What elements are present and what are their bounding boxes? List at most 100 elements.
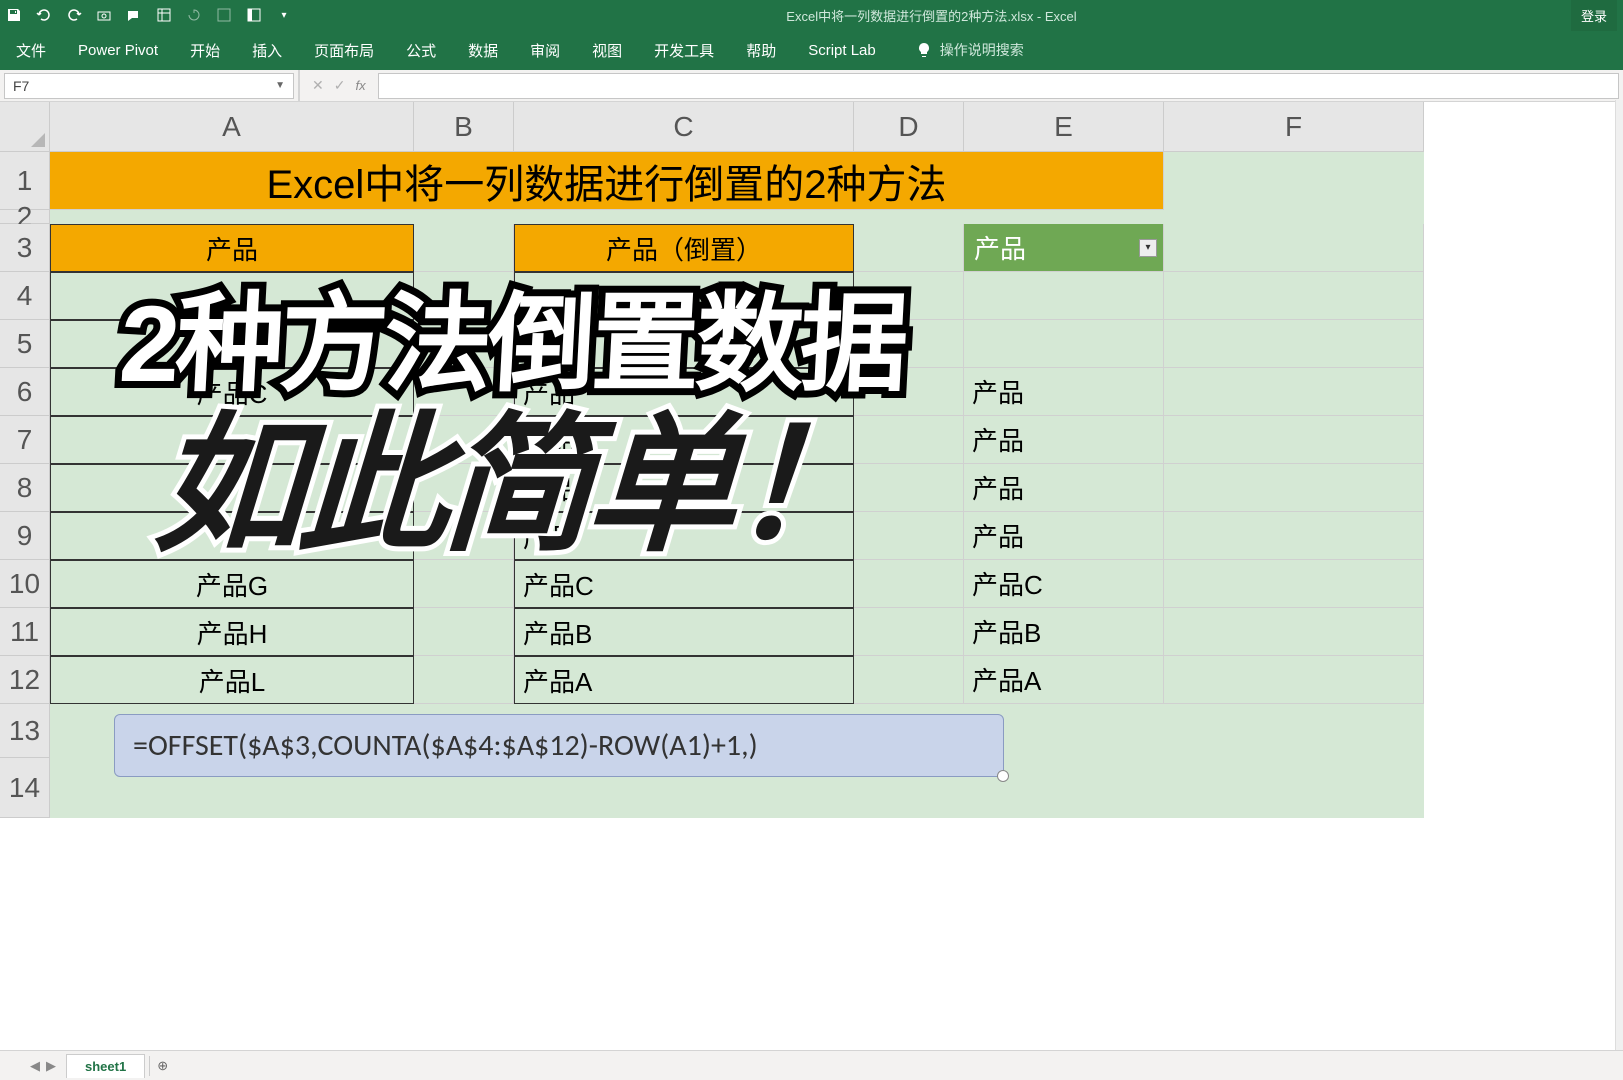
name-box[interactable]: F7 ▼ xyxy=(4,73,294,99)
cell[interactable] xyxy=(1164,416,1424,464)
cell[interactable] xyxy=(854,224,964,272)
cancel-icon[interactable]: ✕ xyxy=(312,77,324,94)
row-header-2[interactable]: 2 xyxy=(0,210,50,224)
tab-power-pivot[interactable]: Power Pivot xyxy=(76,38,160,63)
cell[interactable] xyxy=(1164,512,1424,560)
cell[interactable]: 产品 xyxy=(964,512,1164,560)
save-icon[interactable] xyxy=(6,7,22,23)
add-sheet-button[interactable]: ⊕ xyxy=(149,1056,175,1076)
enter-icon[interactable]: ✓ xyxy=(334,77,346,94)
cell[interactable] xyxy=(1164,560,1424,608)
undo-icon[interactable] xyxy=(36,7,52,23)
tab-file[interactable]: 文件 xyxy=(14,36,48,65)
row-header-11[interactable]: 11 xyxy=(0,608,50,656)
header-a[interactable]: 产品 xyxy=(50,224,414,272)
row-header-14[interactable]: 14 xyxy=(0,758,50,818)
cell[interactable] xyxy=(1164,368,1424,416)
column-headers: ABCDEF xyxy=(50,102,1424,152)
sheet-tab-active[interactable]: sheet1 xyxy=(66,1054,145,1078)
formula-bar-buttons: ✕ ✓ fx xyxy=(299,70,378,101)
row-header-8[interactable]: 8 xyxy=(0,464,50,512)
login-button[interactable]: 登录 xyxy=(1571,0,1617,31)
speak-icon[interactable] xyxy=(126,7,142,23)
next-sheet-icon[interactable]: ▶ xyxy=(46,1058,56,1074)
cell[interactable] xyxy=(414,224,514,272)
cell[interactable] xyxy=(1164,224,1424,272)
row-header-13[interactable]: 13 xyxy=(0,704,50,758)
cell[interactable] xyxy=(1164,320,1424,368)
cell[interactable] xyxy=(1164,608,1424,656)
cell[interactable] xyxy=(1164,272,1424,320)
fx-icon[interactable]: fx xyxy=(355,78,365,93)
more-icon[interactable]: ▾ xyxy=(276,7,292,23)
tab-data[interactable]: 数据 xyxy=(466,36,500,65)
header-c[interactable]: 产品（倒置） xyxy=(514,224,854,272)
bulb-icon xyxy=(916,42,932,58)
ribbon-tabs: 文件 Power Pivot 开始 插入 页面布局 公式 数据 审阅 视图 开发… xyxy=(0,30,1623,70)
cell[interactable]: 产品L xyxy=(50,656,414,704)
sheet-icon[interactable] xyxy=(156,7,172,23)
resize-handle-icon[interactable] xyxy=(997,770,1009,782)
cell[interactable] xyxy=(964,320,1164,368)
cell[interactable]: 产品B xyxy=(964,608,1164,656)
pivot-icon[interactable] xyxy=(246,7,262,23)
row-header-12[interactable]: 12 xyxy=(0,656,50,704)
cell[interactable]: 产品A xyxy=(514,656,854,704)
prev-sheet-icon[interactable]: ◀ xyxy=(30,1058,40,1074)
tab-home[interactable]: 开始 xyxy=(188,36,222,65)
col-header-F[interactable]: F xyxy=(1164,102,1424,152)
name-box-value: F7 xyxy=(13,78,29,94)
row-header-10[interactable]: 10 xyxy=(0,560,50,608)
cell[interactable] xyxy=(1164,464,1424,512)
cell[interactable]: 产品H xyxy=(50,608,414,656)
cell[interactable]: 产品 xyxy=(964,368,1164,416)
formula-callout[interactable]: =OFFSET($A$3,COUNTA($A$4:$A$12)-ROW(A1)+… xyxy=(114,714,1004,777)
row-header-3[interactable]: 3 xyxy=(0,224,50,272)
cell[interactable]: 产品A xyxy=(964,656,1164,704)
tab-review[interactable]: 审阅 xyxy=(528,36,562,65)
select-all-corner[interactable] xyxy=(0,102,50,152)
row-header-5[interactable]: 5 xyxy=(0,320,50,368)
tab-help[interactable]: 帮助 xyxy=(744,36,778,65)
sheet-nav[interactable]: ◀▶ xyxy=(20,1058,66,1074)
tell-me-search[interactable]: 操作说明搜索 xyxy=(916,40,1024,60)
formula-input[interactable] xyxy=(378,73,1619,99)
cell[interactable] xyxy=(414,608,514,656)
tell-me-label: 操作说明搜索 xyxy=(940,40,1024,60)
cell[interactable]: 产品C xyxy=(964,560,1164,608)
col-header-A[interactable]: A xyxy=(50,102,414,152)
sheet-tab-bar: ◀▶ sheet1 ⊕ xyxy=(0,1050,1623,1080)
tab-page-layout[interactable]: 页面布局 xyxy=(312,36,376,65)
col-header-B[interactable]: B xyxy=(414,102,514,152)
cell[interactable]: 产品B xyxy=(514,608,854,656)
table-icon[interactable] xyxy=(216,7,232,23)
row-header-4[interactable]: 4 xyxy=(0,272,50,320)
row-headers: 1234567891011121314 xyxy=(0,152,50,818)
tab-insert[interactable]: 插入 xyxy=(250,36,284,65)
cell[interactable] xyxy=(1164,656,1424,704)
title-bar: ▾ Excel中将一列数据进行倒置的2种方法.xlsx - Excel 登录 xyxy=(0,0,1623,30)
tab-script-lab[interactable]: Script Lab xyxy=(806,38,878,63)
redo-icon[interactable] xyxy=(66,7,82,23)
refresh-icon[interactable] xyxy=(186,7,202,23)
row-header-6[interactable]: 6 xyxy=(0,368,50,416)
tab-formulas[interactable]: 公式 xyxy=(404,36,438,65)
header-e[interactable]: 产品▾ xyxy=(964,224,1164,272)
row-header-9[interactable]: 9 xyxy=(0,512,50,560)
col-header-E[interactable]: E xyxy=(964,102,1164,152)
col-header-D[interactable]: D xyxy=(854,102,964,152)
cell[interactable] xyxy=(414,656,514,704)
col-header-C[interactable]: C xyxy=(514,102,854,152)
cell[interactable] xyxy=(964,272,1164,320)
row-header-7[interactable]: 7 xyxy=(0,416,50,464)
cell[interactable] xyxy=(854,656,964,704)
filter-dropdown-icon[interactable]: ▾ xyxy=(1139,239,1157,257)
vertical-scrollbar[interactable] xyxy=(1615,100,1623,1050)
cell[interactable] xyxy=(854,608,964,656)
cell[interactable]: 产品 xyxy=(964,464,1164,512)
tab-view[interactable]: 视图 xyxy=(590,36,624,65)
cell[interactable]: 产品 xyxy=(964,416,1164,464)
title-cell[interactable]: Excel中将一列数据进行倒置的2种方法 xyxy=(50,152,1164,210)
camera-icon[interactable] xyxy=(96,7,112,23)
tab-developer[interactable]: 开发工具 xyxy=(652,36,716,65)
